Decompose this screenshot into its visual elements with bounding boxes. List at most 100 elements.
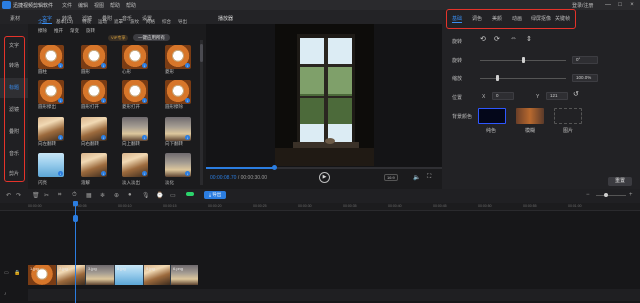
download-icon[interactable]: ↓ xyxy=(101,171,106,176)
record-icon[interactable]: ● xyxy=(128,192,132,198)
redo-icon[interactable]: ↷ xyxy=(16,192,21,199)
library-item[interactable]: ↓ xyxy=(122,80,148,104)
menu-edit[interactable]: 编辑 xyxy=(78,2,88,9)
flip-vertical-icon[interactable]: ⇕ xyxy=(526,35,532,43)
rotation-slider-knob[interactable] xyxy=(521,57,525,63)
scale-slider-knob[interactable] xyxy=(495,75,499,81)
bg-option-blur[interactable] xyxy=(516,108,544,124)
subcat-mixed[interactable]: 综合 xyxy=(162,19,171,25)
scale-input[interactable]: 100.0% xyxy=(572,74,598,82)
delete-icon[interactable]: 🗑 xyxy=(32,192,40,199)
timeline-clip[interactable]: 3.jpg xyxy=(86,265,114,285)
seek-handle[interactable] xyxy=(272,165,277,170)
subcat-grid[interactable]: 网格 xyxy=(146,19,155,25)
x-input[interactable]: 0 xyxy=(492,92,514,100)
download-icon[interactable]: ↓ xyxy=(185,98,190,103)
vip-badge[interactable]: VIP专享 xyxy=(108,35,129,41)
library-item[interactable]: ↓ xyxy=(81,80,107,104)
download-icon[interactable]: ↓ xyxy=(58,63,63,68)
download-icon[interactable]: ↓ xyxy=(185,63,190,68)
subcat-ripple[interactable]: 波纹 xyxy=(130,19,139,25)
library-item[interactable]: ↓ xyxy=(165,117,191,141)
download-icon[interactable]: ↓ xyxy=(101,98,106,103)
library-item[interactable]: ↓ xyxy=(165,45,191,69)
timeline-clip[interactable]: 2.jpg xyxy=(57,265,85,285)
subcat-motion[interactable]: 运动 xyxy=(98,19,107,25)
flip-horizontal-icon[interactable]: ⇔ xyxy=(510,35,517,42)
zoom-slider[interactable] xyxy=(596,195,626,196)
subcat-export[interactable]: 导出 xyxy=(178,19,187,25)
download-icon[interactable]: ↓ xyxy=(58,98,63,103)
subcat-effect[interactable]: 特效 xyxy=(82,19,91,25)
bg-option-solid[interactable] xyxy=(478,108,506,124)
library-item[interactable]: ↓ xyxy=(38,45,64,69)
zoom-in-icon[interactable]: + xyxy=(629,192,633,198)
library-item[interactable]: ↓ xyxy=(165,153,191,177)
subcat-erase[interactable]: 擦除 xyxy=(38,28,47,34)
library-item[interactable]: ↓ xyxy=(81,117,107,141)
duration-icon[interactable]: ⌚ xyxy=(156,192,163,199)
export-button[interactable]: ⤓ 导出 xyxy=(204,191,227,199)
timeline-ruler[interactable] xyxy=(0,203,640,211)
subcat-all[interactable]: 全部 xyxy=(38,19,47,25)
download-icon[interactable]: ↓ xyxy=(101,63,106,68)
volume-icon[interactable]: 🔈 xyxy=(413,174,420,181)
library-item[interactable]: ↓ xyxy=(38,153,64,177)
fullscreen-icon[interactable]: ⛶ xyxy=(427,174,431,181)
rotate-left-icon[interactable]: ⟲ xyxy=(480,35,486,43)
library-item[interactable]: ↓ xyxy=(38,117,64,141)
download-icon[interactable]: ↓ xyxy=(58,171,63,176)
download-icon[interactable]: ↓ xyxy=(58,135,63,140)
subcat-rotate[interactable]: 旋转 xyxy=(86,28,95,34)
freeze-icon[interactable]: ❄ xyxy=(100,192,105,199)
download-icon[interactable]: ↓ xyxy=(142,135,147,140)
ratio-icon[interactable]: ▭ xyxy=(170,192,176,199)
tab-material[interactable]: 素材 xyxy=(10,15,20,22)
download-icon[interactable]: ↓ xyxy=(142,98,147,103)
toggle-switch[interactable] xyxy=(186,192,194,196)
split-icon[interactable]: ✂ xyxy=(44,192,49,199)
maximize-icon[interactable]: □ xyxy=(616,1,624,9)
download-icon[interactable]: ↓ xyxy=(185,135,190,140)
apply-all-button[interactable]: 一键应用所有 xyxy=(133,34,170,41)
audio-track[interactable] xyxy=(28,289,640,301)
subcat-basic[interactable]: 基本(13) xyxy=(56,19,73,25)
menu-view[interactable]: 视图 xyxy=(94,2,104,9)
subcat-mask[interactable]: 遮罩 xyxy=(114,19,123,25)
zoom-out-icon[interactable]: − xyxy=(586,192,590,198)
download-icon[interactable]: ↓ xyxy=(142,63,147,68)
zoom-icon[interactable]: ⊕ xyxy=(114,192,119,199)
scale-slider[interactable] xyxy=(480,78,566,79)
reset-position-icon[interactable]: ↺ xyxy=(573,90,579,98)
undo-icon[interactable]: ↶ xyxy=(6,192,11,199)
mic-icon[interactable]: 🎙 xyxy=(142,192,150,199)
download-icon[interactable]: ↓ xyxy=(101,135,106,140)
download-icon[interactable]: ↓ xyxy=(142,171,147,176)
library-item[interactable]: ↓ xyxy=(122,153,148,177)
timeline-clip[interactable]: 8.jpg xyxy=(115,265,143,285)
menu-help-2[interactable]: 帮助 xyxy=(126,2,136,9)
library-item[interactable]: ↓ xyxy=(38,80,64,104)
download-icon[interactable]: ↓ xyxy=(185,171,190,176)
rotation-input[interactable]: 0° xyxy=(572,56,598,64)
timeline-clip[interactable]: 1.jpg xyxy=(28,265,56,285)
bg-option-image[interactable] xyxy=(554,108,582,124)
timeline-clip[interactable]: 6.png xyxy=(171,265,198,285)
library-item[interactable]: ↓ xyxy=(165,80,191,104)
library-item[interactable]: ↓ xyxy=(81,153,107,177)
mosaic-icon[interactable]: ▦ xyxy=(86,192,92,199)
speed-icon[interactable]: ⏱ xyxy=(72,192,77,199)
y-input[interactable]: 121 xyxy=(546,92,568,100)
login-link[interactable]: 登录/注册 xyxy=(572,2,593,9)
minimize-icon[interactable]: — xyxy=(604,1,612,9)
zoom-slider-knob[interactable] xyxy=(604,193,608,197)
playhead-marker[interactable] xyxy=(73,215,78,222)
close-icon[interactable]: × xyxy=(628,1,636,9)
library-item[interactable]: ↓ xyxy=(81,45,107,69)
play-button[interactable]: ▶ xyxy=(319,172,330,183)
crop-icon[interactable]: ⌗ xyxy=(58,192,61,199)
timeline-clip[interactable]: 5.jpg xyxy=(144,265,170,285)
lock-icon[interactable]: 🔒 xyxy=(14,270,20,276)
subcat-push[interactable]: 推开 xyxy=(54,28,63,34)
library-item[interactable]: ↓ xyxy=(122,45,148,69)
